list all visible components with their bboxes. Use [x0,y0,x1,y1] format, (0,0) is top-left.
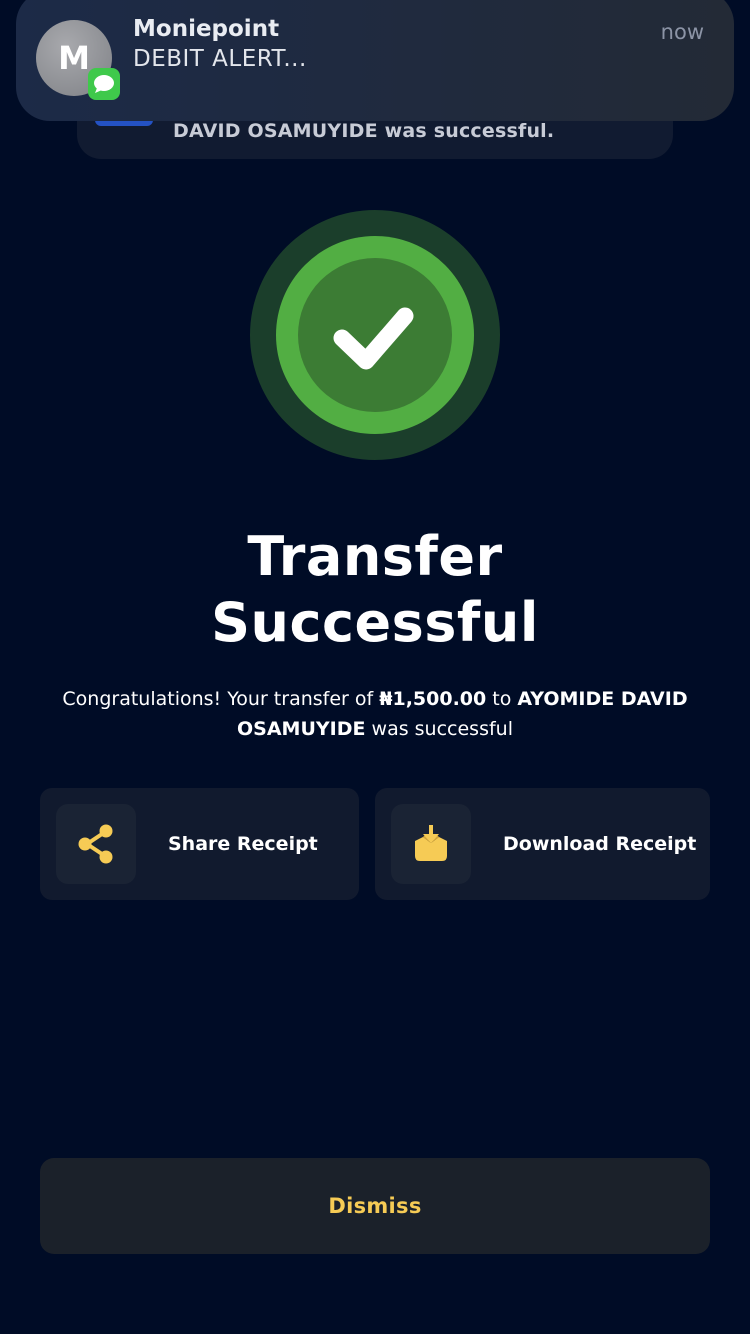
page-title: Transfer Successful [0,524,750,656]
banner-text: DAVID OSAMUYIDE was successful. [173,120,555,142]
download-receipt-button[interactable]: Download Receipt [375,788,710,900]
title-line-2: Successful [211,591,539,654]
message-suffix: was successful [371,718,513,740]
download-receipt-label: Download Receipt [503,833,697,855]
share-icon-box [56,804,136,884]
notification-time: now [660,20,704,44]
share-icon [78,824,113,864]
notification-body: DEBIT ALERT... [133,46,307,72]
messages-app-icon [88,68,120,100]
transfer-success-screen: DAVID OSAMUYIDE was successful. M Moniep… [0,0,750,1334]
title-line-1: Transfer [247,525,503,588]
push-notification[interactable]: M Moniepoint DEBIT ALERT... now [16,0,734,121]
share-receipt-button[interactable]: Share Receipt [40,788,359,900]
share-receipt-label: Share Receipt [168,833,318,855]
message-middle: to [492,688,512,710]
download-icon-box [391,804,471,884]
message-prefix: Congratulations! Your transfer of [62,688,374,710]
download-icon [415,825,447,861]
success-check-badge [250,210,500,460]
success-message: Congratulations! Your transfer of ₦1,500… [40,684,710,744]
checkmark-icon [250,210,500,460]
notification-title: Moniepoint [133,16,280,42]
transfer-amount: ₦1,500.00 [379,688,487,710]
dismiss-button[interactable]: Dismiss [40,1158,710,1254]
